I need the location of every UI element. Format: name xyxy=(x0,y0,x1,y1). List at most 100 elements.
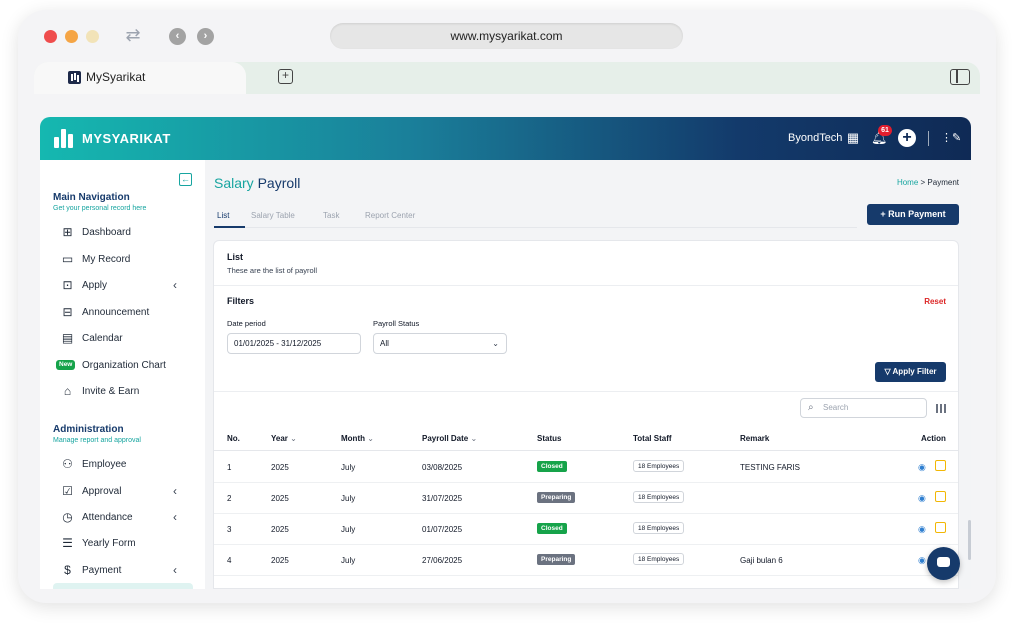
tab-list[interactable]: List xyxy=(217,211,229,220)
columns-icon[interactable] xyxy=(936,404,946,413)
run-payment-button[interactable]: + Run Payment xyxy=(867,204,959,225)
edit-icon[interactable] xyxy=(935,522,946,533)
maximize-window-button[interactable] xyxy=(86,30,99,43)
staff-count-badge: 18 Employees xyxy=(633,460,685,472)
main-nav-title: Main Navigation xyxy=(53,192,130,203)
col-remark: Remark xyxy=(740,434,770,443)
sidebar-item-yearly-form[interactable]: ☰ Yearly Form xyxy=(53,534,193,554)
breadcrumb-current: Payment xyxy=(927,178,959,187)
filter-icon: ▽ xyxy=(884,367,893,376)
col-payroll-date[interactable]: Payroll Date ⌄ xyxy=(422,434,477,443)
col-month[interactable]: Month ⌄ xyxy=(341,434,374,443)
divider xyxy=(214,285,958,286)
users-icon: ⚇ xyxy=(62,457,73,471)
forward-icon[interactable]: › xyxy=(197,28,214,45)
quick-add-button[interactable]: + xyxy=(898,129,916,147)
sidebar-item-calendar[interactable]: ▤ Calendar xyxy=(53,329,193,349)
app-header: MYSYARIKAT ByondTech ▦ 🔔︎ 61 + ⋮✎ xyxy=(40,117,971,160)
site-logo-icon xyxy=(68,71,81,84)
chevron-left-icon: ‹ xyxy=(173,484,177,498)
sidebar-item-invite-earn[interactable]: ⌂ Invite & Earn xyxy=(53,382,193,402)
sync-icon[interactable]: ⇄ xyxy=(124,26,142,44)
chat-support-button[interactable] xyxy=(927,547,960,580)
announcement-icon: ⊟ xyxy=(62,305,73,319)
apply-filter-button[interactable]: ▽ Apply Filter xyxy=(875,362,946,382)
sidebar-item-announcement[interactable]: ⊟ Announcement xyxy=(53,303,193,323)
search-input[interactable]: ⌕ Search xyxy=(800,398,927,418)
edit-icon[interactable] xyxy=(935,491,946,502)
col-action: Action xyxy=(921,434,946,443)
sidebar-item-approval[interactable]: ☑ Approval ‹ xyxy=(53,482,193,502)
sidebar-item-dashboard[interactable]: ⊞ Dashboard xyxy=(53,223,193,243)
payroll-status-label: Payroll Status xyxy=(373,319,420,328)
breadcrumb-home[interactable]: Home xyxy=(897,178,918,187)
brand-name: MYSYARIKAT xyxy=(82,131,171,146)
app-window: MYSYARIKAT ByondTech ▦ 🔔︎ 61 + ⋮✎ ← Main… xyxy=(40,117,971,589)
collapse-sidebar-button[interactable]: ← xyxy=(179,173,192,186)
cell-date: 31/07/2025 xyxy=(422,494,463,503)
close-window-button[interactable] xyxy=(44,30,57,43)
chevron-left-icon: ‹ xyxy=(173,563,177,577)
cell-date: 27/06/2025 xyxy=(422,556,463,565)
browser-tab[interactable]: MySyarikat xyxy=(34,62,246,94)
payroll-status-value: All xyxy=(380,339,389,348)
table-row: 4 2025 July 27/06/2025 Preparing 18 Empl… xyxy=(214,545,958,576)
scrollbar[interactable] xyxy=(968,520,971,560)
staff-count-badge: 18 Employees xyxy=(633,522,685,534)
active-tab-indicator xyxy=(214,226,245,228)
cell-no: 3 xyxy=(227,525,232,534)
col-status: Status xyxy=(537,434,562,443)
building-icon[interactable]: ▦ xyxy=(845,130,861,146)
col-year-label: Year xyxy=(271,434,288,443)
user-menu-icon[interactable]: ⋮✎ xyxy=(941,130,961,146)
col-total-staff: Total Staff xyxy=(633,434,672,443)
tab-report-center[interactable]: Report Center xyxy=(365,211,415,220)
sidebar-item-apply[interactable]: ⊡ Apply ‹ xyxy=(53,276,193,296)
status-badge: Closed xyxy=(537,461,567,472)
tab-salary-table[interactable]: Salary Table xyxy=(251,211,295,220)
address-bar[interactable]: www.mysyarikat.com xyxy=(330,23,683,49)
sort-icon: ⌄ xyxy=(367,434,374,443)
status-badge: Preparing xyxy=(537,492,576,503)
main-content: Salary Payroll Home > Payment List Salar… xyxy=(205,160,971,589)
col-year[interactable]: Year ⌄ xyxy=(271,434,297,443)
clock-icon: ◷ xyxy=(62,510,73,524)
org-name[interactable]: ByondTech xyxy=(788,132,842,144)
sidebar-item-payment[interactable]: $ Payment ‹ xyxy=(53,561,193,581)
new-tab-button[interactable]: + xyxy=(278,69,293,84)
payroll-status-select[interactable]: All ⌄ xyxy=(373,333,507,354)
back-icon[interactable]: ‹ xyxy=(169,28,186,45)
brand-logo-icon xyxy=(54,129,76,148)
page-title: Salary Payroll xyxy=(214,175,300,191)
sidebar-item-organization-chart[interactable]: New Organization Chart xyxy=(53,356,193,376)
gift-icon: ⌂ xyxy=(63,384,72,398)
card-title: List xyxy=(227,252,244,262)
view-icon[interactable]: ◉ xyxy=(918,462,926,473)
col-payroll-date-label: Payroll Date xyxy=(422,434,469,443)
sidebar-active-item[interactable] xyxy=(53,583,193,589)
cell-month: July xyxy=(341,525,356,534)
cell-date: 03/08/2025 xyxy=(422,463,463,472)
sidebar-item-attendance[interactable]: ◷ Attendance ‹ xyxy=(53,508,193,528)
minimize-window-button[interactable] xyxy=(65,30,78,43)
sidebar-item-employee[interactable]: ⚇ Employee xyxy=(53,455,193,475)
view-icon[interactable]: ◉ xyxy=(918,524,926,535)
staff-count-badge: 18 Employees xyxy=(633,553,685,565)
view-icon[interactable]: ◉ xyxy=(918,493,926,504)
cell-no: 4 xyxy=(227,556,232,565)
date-period-input[interactable]: 01/01/2025 - 31/12/2025 xyxy=(227,333,361,354)
sidebar-item-my-record[interactable]: ▭ My Record xyxy=(53,250,193,270)
check-square-icon: ☑ xyxy=(62,484,73,498)
table-row: 2 2025 July 31/07/2025 Preparing 18 Empl… xyxy=(214,483,958,514)
admin-subtitle: Manage report and approval xyxy=(53,437,141,444)
table-row: 3 2025 July 01/07/2025 Closed 18 Employe… xyxy=(214,514,958,545)
tab-task[interactable]: Task xyxy=(323,211,339,220)
edit-icon[interactable] xyxy=(935,460,946,471)
staff-count-badge: 18 Employees xyxy=(633,491,685,503)
new-badge: New xyxy=(56,360,76,370)
status-badge: Closed xyxy=(537,523,567,534)
browser-titlebar: ⇄ ‹ › www.mysyarikat.com xyxy=(18,10,996,62)
view-icon[interactable]: ◉ xyxy=(918,555,926,566)
sidebar-toggle-icon[interactable] xyxy=(950,69,970,85)
reset-filter-link[interactable]: Reset xyxy=(924,297,946,306)
